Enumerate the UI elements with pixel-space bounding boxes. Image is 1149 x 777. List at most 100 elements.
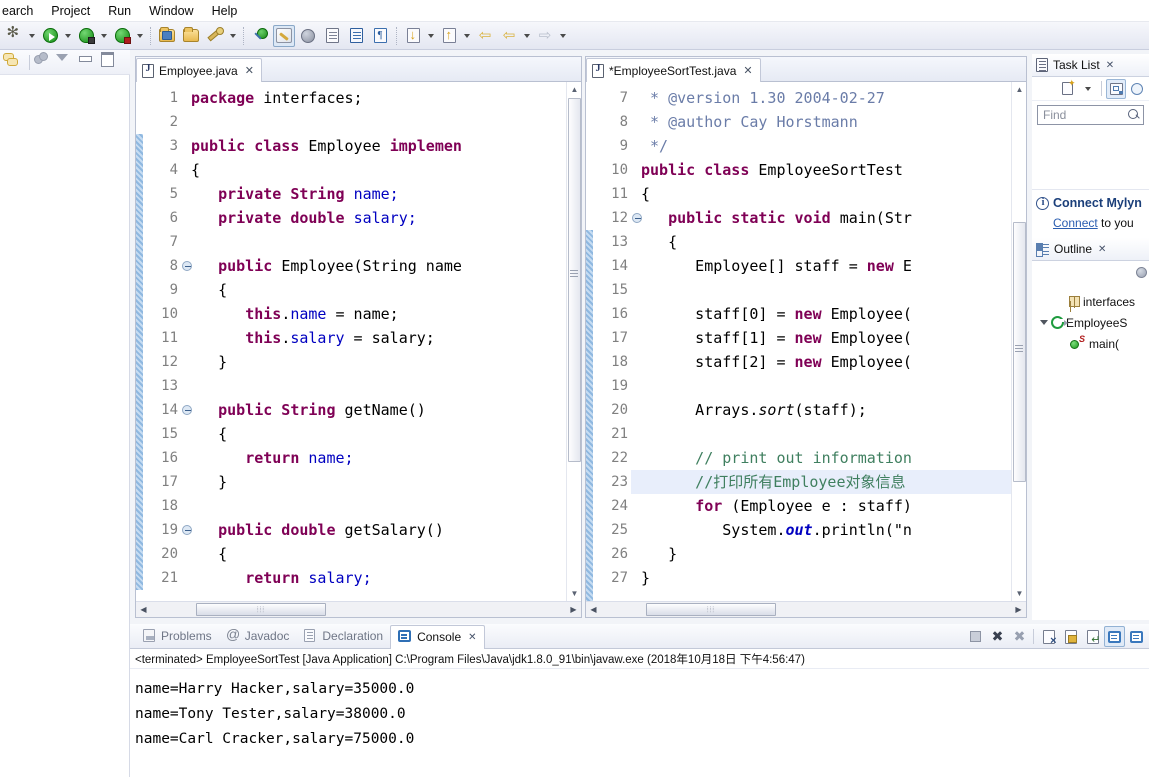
- previous-annotation-dropdown-arrow-icon[interactable]: [461, 25, 472, 47]
- minimize-icon[interactable]: [78, 52, 99, 73]
- code-line[interactable]: }: [191, 350, 581, 374]
- code-line[interactable]: {: [191, 158, 581, 182]
- menu-item-run[interactable]: Run: [99, 2, 140, 20]
- code-line[interactable]: {: [191, 542, 581, 566]
- new-wizard-dropdown-arrow-icon[interactable]: [227, 25, 238, 47]
- close-icon[interactable]: ✕: [1106, 60, 1114, 71]
- connect-link[interactable]: Connect: [1053, 216, 1098, 230]
- pilcrow-icon[interactable]: ¶: [369, 25, 391, 47]
- code-line[interactable]: return salary;: [191, 566, 581, 590]
- scrollbar-thumb[interactable]: [1013, 222, 1026, 482]
- outline-menu-icon[interactable]: [1136, 267, 1147, 278]
- link-icon[interactable]: [297, 25, 319, 47]
- code-line[interactable]: * @author Cay Horstmann: [641, 110, 1026, 134]
- code-line[interactable]: staff[2] = new Employee(: [641, 350, 1026, 374]
- code-line[interactable]: private double salary;: [191, 206, 581, 230]
- link-with-editor-icon[interactable]: [3, 52, 24, 73]
- run-as-dropdown-arrow-icon[interactable]: [98, 25, 109, 47]
- open-folder-icon[interactable]: [180, 25, 202, 47]
- forward-dropdown-arrow-icon[interactable]: [557, 25, 568, 47]
- word-wrap-icon[interactable]: [1082, 626, 1103, 647]
- code-line[interactable]: public String getName(): [191, 398, 581, 422]
- back-dropdown-arrow-icon[interactable]: [521, 25, 532, 47]
- scroll-lock-icon[interactable]: [1060, 626, 1081, 647]
- code-line[interactable]: [641, 278, 1026, 302]
- outline-item-main[interactable]: S main(: [1032, 333, 1149, 354]
- debug-icon[interactable]: [3, 25, 25, 47]
- close-icon[interactable]: ✕: [245, 64, 254, 77]
- outline-item-employeesorttest[interactable]: EmployeeS: [1032, 312, 1149, 333]
- maximize-icon[interactable]: [100, 52, 121, 73]
- remove-launch-icon[interactable]: ✖: [987, 626, 1008, 647]
- code-line[interactable]: */: [641, 134, 1026, 158]
- scroll-right-arrow-icon[interactable]: ▶: [1011, 603, 1026, 617]
- horizontal-scrollbar-right[interactable]: ◀ ⦙⦙⦙ ▶: [586, 601, 1026, 617]
- code-line[interactable]: staff[0] = new Employee(: [641, 302, 1026, 326]
- toggle-mark-occurrences-icon[interactable]: [273, 24, 295, 47]
- tab-console[interactable]: Console ✕: [390, 624, 485, 649]
- code-line[interactable]: }: [191, 470, 581, 494]
- code-line[interactable]: public static void main(Str: [641, 206, 1026, 230]
- scroll-up-arrow-icon[interactable]: ▲: [1012, 82, 1026, 97]
- scroll-left-arrow-icon[interactable]: ◀: [586, 603, 601, 617]
- code-line[interactable]: * @version 1.30 2004-02-27: [641, 86, 1026, 110]
- focus-icon[interactable]: [1127, 79, 1147, 99]
- code-line[interactable]: this.salary = salary;: [191, 326, 581, 350]
- code-line[interactable]: {: [191, 278, 581, 302]
- code-line[interactable]: [191, 494, 581, 518]
- vertical-scrollbar-left[interactable]: ▲ ▼: [566, 82, 581, 601]
- code-line[interactable]: for (Employee e : staff): [641, 494, 1026, 518]
- code-line[interactable]: //打印所有Employee对象信息: [631, 470, 1026, 494]
- code-line[interactable]: this.name = name;: [191, 302, 581, 326]
- view-menu-balls-icon[interactable]: [34, 52, 55, 73]
- scroll-right-arrow-icon[interactable]: ▶: [566, 603, 581, 617]
- code-line[interactable]: return name;: [191, 446, 581, 470]
- tab-javadoc[interactable]: @ Javadoc: [219, 624, 297, 648]
- scroll-down-arrow-icon[interactable]: ▼: [567, 586, 581, 601]
- code-line[interactable]: {: [641, 182, 1026, 206]
- debug-dropdown-arrow-icon[interactable]: [26, 25, 37, 47]
- scroll-left-arrow-icon[interactable]: ◀: [136, 603, 151, 617]
- open-task-icon[interactable]: [345, 25, 367, 47]
- tab-problems[interactable]: Problems: [135, 624, 219, 648]
- code-line[interactable]: [191, 110, 581, 134]
- code-line[interactable]: [641, 422, 1026, 446]
- tab-employeesorttest-java[interactable]: *EmployeeSortTest.java ✕: [586, 58, 761, 82]
- scroll-down-arrow-icon[interactable]: ▼: [1012, 586, 1026, 601]
- menu-item-search[interactable]: earch: [0, 2, 42, 20]
- close-icon[interactable]: ✕: [468, 632, 476, 643]
- code-line[interactable]: private String name;: [191, 182, 581, 206]
- console-output[interactable]: name=Harry Hacker,salary=35000.0 name=Ton…: [130, 669, 1149, 752]
- menu-item-help[interactable]: Help: [203, 2, 247, 20]
- open-type-icon[interactable]: [321, 25, 343, 47]
- code-line[interactable]: [641, 374, 1026, 398]
- new-wizard-icon[interactable]: [204, 25, 226, 47]
- code-line[interactable]: public class Employee implemen: [191, 134, 581, 158]
- scrollbar-thumb[interactable]: ⦙⦙⦙: [196, 603, 326, 616]
- tab-employee-java[interactable]: Employee.java ✕: [136, 58, 262, 82]
- categorize-icon[interactable]: [1106, 78, 1126, 99]
- code-line[interactable]: {: [641, 230, 1026, 254]
- menu-item-window[interactable]: Window: [140, 2, 202, 20]
- run-icon[interactable]: [39, 25, 61, 47]
- menu-item-project[interactable]: Project: [42, 2, 99, 20]
- horizontal-scrollbar-left[interactable]: ◀ ⦙⦙⦙ ▶: [136, 601, 581, 617]
- code-line[interactable]: System.out.println("n: [641, 518, 1026, 542]
- code-line[interactable]: Employee[] staff = new E: [641, 254, 1026, 278]
- vertical-scrollbar-right[interactable]: ▲ ▼: [1011, 82, 1026, 601]
- code-line[interactable]: package interfaces;: [191, 86, 581, 110]
- scrollbar-thumb[interactable]: ⦙⦙⦙: [646, 603, 776, 616]
- code-line[interactable]: public double getSalary(): [191, 518, 581, 542]
- open-console-icon[interactable]: [1126, 626, 1147, 647]
- code-line[interactable]: staff[1] = new Employee(: [641, 326, 1026, 350]
- code-line[interactable]: public Employee(String name: [191, 254, 581, 278]
- clear-console-icon[interactable]: [1038, 626, 1059, 647]
- code-text-right[interactable]: * @version 1.30 2004-02-27 * @author Cay…: [631, 82, 1026, 601]
- code-line[interactable]: public class EmployeeSortTest: [641, 158, 1026, 182]
- code-line[interactable]: [191, 230, 581, 254]
- tab-declaration[interactable]: Declaration: [296, 624, 390, 648]
- search-icon[interactable]: [1128, 109, 1140, 121]
- code-line[interactable]: }: [641, 566, 1026, 590]
- code-line[interactable]: [191, 374, 581, 398]
- run-as-icon[interactable]: [75, 25, 97, 47]
